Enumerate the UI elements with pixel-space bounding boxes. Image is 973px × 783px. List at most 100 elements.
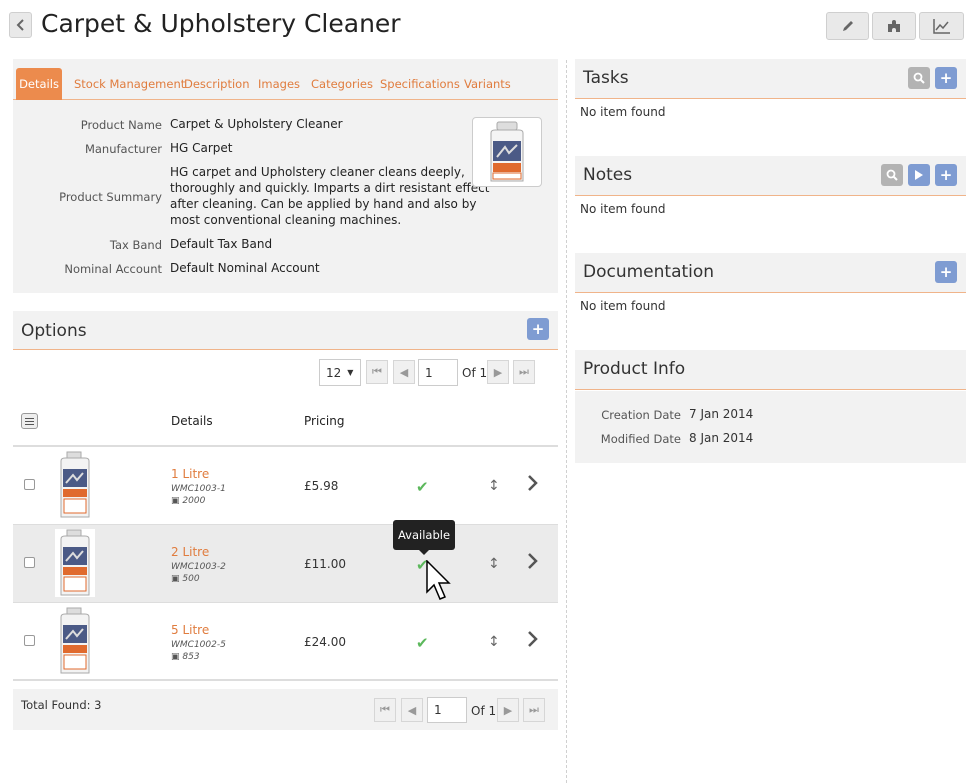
- table-row[interactable]: 2 Litre WMC1003-2 ▣ 500 £11.00 ✔ ↕: [13, 525, 558, 603]
- table-header: [13, 400, 558, 447]
- next-page-button[interactable]: ▶: [487, 360, 509, 384]
- chevron-right-icon[interactable]: [526, 551, 540, 574]
- check-icon[interactable]: ✔: [416, 478, 429, 496]
- product-info-title: Product Info: [583, 359, 686, 379]
- total-found: Total Found: 3: [21, 698, 102, 712]
- tab-specifications[interactable]: Specifications: [380, 77, 460, 91]
- summary-line: after cleaning. Can be applied by hand a…: [170, 197, 477, 211]
- menu-icon: [25, 420, 34, 422]
- notes-play-button[interactable]: [908, 164, 930, 186]
- footer-first-page-button[interactable]: ⏮: [374, 698, 396, 722]
- bottle-image: [490, 121, 524, 182]
- tasks-search-button[interactable]: [908, 67, 930, 89]
- plus-icon: +: [531, 319, 545, 338]
- back-button[interactable]: [9, 12, 32, 38]
- variant-price: £5.98: [304, 479, 339, 493]
- table-row[interactable]: 1 Litre WMC1003-1 ▣ 2000 £5.98 ✔ ↕: [13, 447, 558, 525]
- tab-description[interactable]: Description: [184, 77, 250, 91]
- nominal-account-value: Default Nominal Account: [170, 261, 320, 275]
- tab-variants[interactable]: Variants: [464, 77, 511, 91]
- options-title: Options: [21, 321, 87, 341]
- tab-label: Details: [19, 77, 59, 91]
- page-input[interactable]: 1: [418, 359, 458, 386]
- variant-thumbnail: [55, 529, 95, 597]
- table-row[interactable]: 5 Litre WMC1002-5 ▣ 853 £24.00 ✔ ↕: [13, 603, 558, 681]
- plus-icon: +: [939, 165, 953, 184]
- sort-icon[interactable]: ↕: [488, 634, 500, 650]
- notes-title: Notes: [583, 165, 633, 185]
- first-page-button[interactable]: ⏮: [366, 360, 388, 384]
- notes-search-button[interactable]: [881, 164, 903, 186]
- col-details-header[interactable]: Details: [171, 414, 213, 428]
- variant-price: £24.00: [304, 635, 346, 649]
- tasks-title: Tasks: [583, 68, 629, 88]
- tooltip-text: Available: [397, 528, 451, 542]
- play-icon: [915, 170, 923, 180]
- row-checkbox[interactable]: [24, 557, 35, 568]
- available-tooltip: Available: [393, 520, 455, 550]
- options-header: Options: [13, 311, 558, 350]
- pencil-icon: [842, 21, 853, 31]
- analytics-button[interactable]: [919, 12, 964, 40]
- footer-prev-page-button[interactable]: ◀: [401, 698, 423, 722]
- box-icon: ▣: [171, 574, 180, 584]
- product-summary-label: Product Summary: [59, 190, 162, 204]
- row-checkbox[interactable]: [24, 479, 35, 490]
- documentation-add-button[interactable]: +: [935, 261, 957, 283]
- variant-thumbnail: [55, 451, 95, 519]
- col-pricing-header[interactable]: Pricing: [304, 414, 344, 428]
- variant-stock: ▣ 853: [171, 652, 200, 662]
- footer-page-of-label: Of 1: [471, 704, 497, 718]
- tab-categories[interactable]: Categories: [311, 77, 373, 91]
- plus-icon: +: [939, 262, 953, 281]
- footer-next-page-button[interactable]: ▶: [497, 698, 519, 722]
- page-of-label: Of 1: [462, 366, 488, 380]
- column-menu-button[interactable]: [21, 413, 38, 429]
- per-page-select[interactable]: 12 ▼: [319, 359, 361, 386]
- documentation-empty: No item found: [580, 299, 666, 313]
- tooltip-arrow: [419, 550, 429, 555]
- footer-last-page-button[interactable]: ⏭: [523, 698, 545, 722]
- plus-icon: +: [939, 68, 953, 87]
- documentation-header: Documentation: [575, 253, 966, 293]
- total-value: 3: [94, 698, 102, 712]
- tab-details[interactable]: Details: [16, 68, 62, 100]
- add-option-button[interactable]: +: [527, 318, 549, 340]
- tax-band-label: Tax Band: [109, 238, 162, 252]
- variant-name-link[interactable]: 2 Litre: [171, 545, 209, 559]
- per-page-value: 12: [326, 365, 342, 380]
- notes-add-button[interactable]: +: [935, 164, 957, 186]
- caret-down-icon: ▼: [347, 368, 354, 377]
- variant-name-link[interactable]: 1 Litre: [171, 467, 209, 481]
- tab-stock-management[interactable]: Stock Management: [74, 77, 185, 91]
- page-value: 1: [425, 365, 433, 380]
- search-icon: [886, 169, 898, 181]
- sort-icon[interactable]: ↕: [488, 556, 500, 572]
- product-name-label: Product Name: [80, 118, 162, 132]
- variant-name-link[interactable]: 5 Litre: [171, 623, 209, 637]
- prev-page-button[interactable]: ◀: [393, 360, 415, 384]
- variant-sku: WMC1003-2: [171, 562, 226, 572]
- footer-page-input[interactable]: 1: [427, 697, 467, 723]
- summary-line: most conventional cleaning machines.: [170, 213, 402, 227]
- summary-line: thoroughly and quickly. Imparts a dirt r…: [170, 181, 490, 195]
- tasks-add-button[interactable]: +: [935, 67, 957, 89]
- modified-date-value: 8 Jan 2014: [689, 431, 754, 445]
- mouse-cursor-icon: [426, 560, 451, 600]
- edit-button[interactable]: [826, 12, 869, 40]
- product-image[interactable]: [472, 117, 542, 187]
- product-name-value: Carpet & Upholstery Cleaner: [170, 117, 343, 131]
- variant-stock: ▣ 2000: [171, 496, 205, 506]
- extensions-button[interactable]: [872, 12, 916, 40]
- search-icon: [913, 72, 925, 84]
- variant-stock: ▣ 500: [171, 574, 200, 584]
- tab-images[interactable]: Images: [258, 77, 300, 91]
- nominal-account-label: Nominal Account: [64, 262, 162, 276]
- chevron-right-icon[interactable]: [526, 473, 540, 496]
- check-icon[interactable]: ✔: [416, 634, 429, 652]
- chevron-right-icon[interactable]: [526, 629, 540, 652]
- tax-band-value: Default Tax Band: [170, 237, 273, 251]
- sort-icon[interactable]: ↕: [488, 478, 500, 494]
- row-checkbox[interactable]: [24, 635, 35, 646]
- last-page-button[interactable]: ⏭: [513, 360, 535, 384]
